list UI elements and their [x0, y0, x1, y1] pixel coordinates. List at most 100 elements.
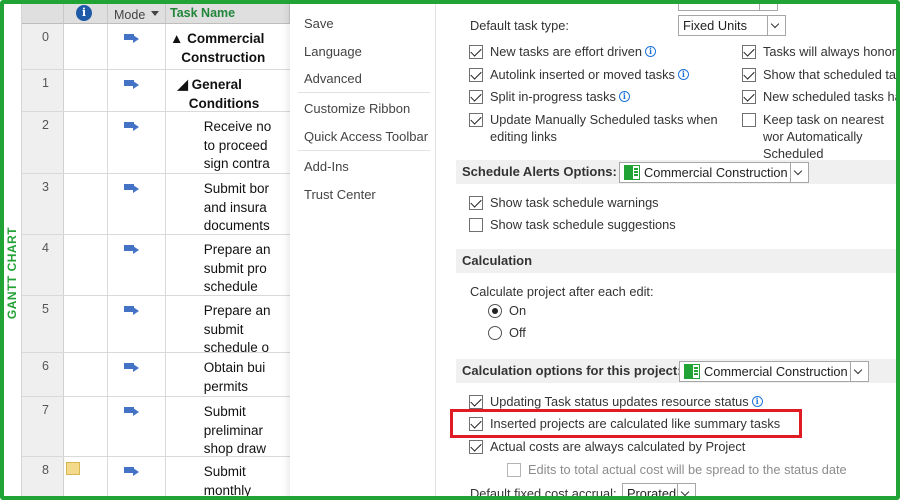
- chevron-down-icon[interactable]: [151, 11, 159, 16]
- row-indicators: [64, 397, 108, 456]
- table-row[interactable]: 5 Prepare an submit schedule o: [22, 296, 290, 353]
- table-row[interactable]: 6 Obtain bui permits: [22, 353, 290, 397]
- show-suggestions-checkbox[interactable]: [469, 218, 483, 232]
- help-icon[interactable]: i: [751, 396, 763, 407]
- nav-item-customize-ribbon[interactable]: Customize Ribbon: [304, 101, 410, 116]
- default-task-type-label: Default task type:: [470, 18, 569, 33]
- row-indicators: [64, 235, 108, 295]
- calc-on-radio[interactable]: [488, 304, 502, 318]
- new-scheduled-label: New scheduled tasks hav: [763, 89, 900, 104]
- calculate-after-edit-label: Calculate project after each edit:: [470, 284, 654, 299]
- fixed-cost-accrual-select[interactable]: Prorated: [622, 483, 696, 496]
- effort-driven-label: New tasks are effort driven i: [490, 44, 656, 59]
- schedule-alerts-title: Schedule Alerts Options:: [462, 164, 617, 179]
- row-task-name[interactable]: ◢ General Conditions: [166, 70, 290, 111]
- row-mode: [108, 235, 166, 295]
- note-icon[interactable]: [66, 462, 80, 475]
- table-row[interactable]: 4 Prepare an submit pro schedule: [22, 235, 290, 296]
- default-task-type-select[interactable]: Fixed Units: [678, 15, 786, 36]
- gantt-chart-label: GANTT CHART: [5, 226, 19, 320]
- row-task-name[interactable]: Submit preliminar shop draw: [166, 397, 290, 456]
- auto-scheduled-icon: [124, 79, 140, 89]
- honor-constraint-checkbox[interactable]: [742, 45, 756, 59]
- default-task-type-value: Fixed Units: [683, 18, 748, 33]
- row-task-name[interactable]: ▲ Commercial Construction: [166, 24, 290, 69]
- schedule-alerts-project-select[interactable]: Commercial Construction: [619, 162, 809, 183]
- header-mode[interactable]: Mode: [108, 4, 166, 24]
- table-row[interactable]: 7 Submit preliminar shop draw: [22, 397, 290, 457]
- table-row[interactable]: 8 Submit monthly: [22, 457, 290, 496]
- auto-scheduled-icon: [124, 244, 140, 254]
- project-file-icon: [684, 364, 700, 379]
- header-task-name[interactable]: Task Name: [166, 4, 290, 24]
- header-indicators[interactable]: i: [64, 4, 108, 24]
- calculation-header: Calculation: [456, 249, 896, 273]
- options-nav: Save Language Advanced Customize Ribbon …: [290, 4, 436, 496]
- auto-scheduled-icon: [124, 183, 140, 193]
- update-manual-checkbox[interactable]: [469, 113, 483, 127]
- help-icon[interactable]: i: [618, 91, 630, 102]
- split-in-progress-checkbox[interactable]: [469, 90, 483, 104]
- help-icon[interactable]: i: [677, 69, 689, 80]
- row-mode: [108, 24, 166, 69]
- calc-on-label: On: [509, 303, 527, 318]
- spread-status-date-checkbox[interactable]: [507, 463, 521, 477]
- calc-options-title: Calculation options for this project:: [462, 363, 682, 378]
- update-resource-status-label: Updating Task status updates resource st…: [490, 394, 763, 409]
- split-in-progress-label: Split in-progress tasks i: [490, 89, 630, 104]
- help-icon[interactable]: i: [644, 46, 656, 57]
- nav-item-save[interactable]: Save: [304, 16, 334, 31]
- honor-constraint-label: Tasks will always honor t: [763, 44, 900, 59]
- header-task-name-label: Task Name: [170, 6, 236, 20]
- autolink-checkbox[interactable]: [469, 68, 483, 82]
- keep-task-checkbox[interactable]: [742, 113, 756, 127]
- header-id[interactable]: [22, 4, 64, 24]
- actual-costs-label: Actual costs are always calculated by Pr…: [490, 439, 746, 454]
- row-task-name[interactable]: Obtain bui permits: [166, 353, 290, 396]
- table-row[interactable]: 0 ▲ Commercial Construction: [22, 24, 290, 70]
- calculation-title: Calculation: [462, 253, 533, 268]
- header-mode-label: Mode: [114, 8, 146, 22]
- row-indicators: [64, 353, 108, 396]
- table-row[interactable]: 1 ◢ General Conditions: [22, 70, 290, 112]
- calc-off-radio[interactable]: [488, 326, 502, 340]
- table-row[interactable]: 2 Receive no to proceed sign contra: [22, 112, 290, 174]
- effort-driven-checkbox[interactable]: [469, 45, 483, 59]
- row-id: 7: [22, 397, 64, 456]
- row-task-name[interactable]: Submit monthly: [166, 457, 290, 496]
- row-task-name[interactable]: Prepare an submit pro schedule: [166, 235, 290, 295]
- table-row[interactable]: 3 Submit bor and insura documents: [22, 174, 290, 235]
- new-scheduled-checkbox[interactable]: [742, 90, 756, 104]
- info-icon: i: [76, 5, 92, 21]
- task-grid: i Mode Task Name 0 ▲ Commercial Construc…: [22, 4, 290, 496]
- row-task-name[interactable]: Prepare an submit schedule o: [166, 296, 290, 352]
- nav-item-trust-center[interactable]: Trust Center: [304, 187, 376, 202]
- show-warnings-checkbox[interactable]: [469, 196, 483, 210]
- row-mode: [108, 296, 166, 352]
- schedule-alerts-project-value: Commercial Construction: [644, 165, 788, 180]
- nav-item-advanced[interactable]: Advanced: [304, 71, 362, 86]
- actual-costs-checkbox[interactable]: [469, 440, 483, 454]
- row-id: 3: [22, 174, 64, 234]
- window-frame: GANTT CHART i Mode Task Name 0 ▲ Commerc…: [0, 0, 900, 500]
- auto-scheduled-icon: [124, 121, 140, 131]
- chevron-down-icon: [759, 4, 777, 10]
- clipped-dropdown[interactable]: [678, 4, 778, 11]
- fixed-cost-accrual-label: Default fixed cost accrual:: [470, 486, 617, 500]
- row-indicators: [64, 174, 108, 234]
- view-bar[interactable]: GANTT CHART: [4, 4, 22, 496]
- nav-item-language[interactable]: Language: [304, 44, 362, 59]
- calc-off-label: Off: [509, 325, 526, 340]
- row-id: 2: [22, 112, 64, 173]
- row-mode: [108, 174, 166, 234]
- nav-item-quick-access-toolbar[interactable]: Quick Access Toolbar: [304, 129, 428, 144]
- auto-scheduled-icon: [124, 305, 140, 315]
- row-task-name[interactable]: Receive no to proceed sign contra: [166, 112, 290, 173]
- update-resource-status-checkbox[interactable]: [469, 395, 483, 409]
- nav-divider: [298, 92, 430, 93]
- nav-item-add-ins[interactable]: Add-Ins: [304, 159, 349, 174]
- calc-options-project-select[interactable]: Commercial Construction: [679, 361, 869, 382]
- auto-scheduled-icon: [124, 33, 140, 43]
- row-task-name[interactable]: Submit bor and insura documents: [166, 174, 290, 234]
- show-scheduled-checkbox[interactable]: [742, 68, 756, 82]
